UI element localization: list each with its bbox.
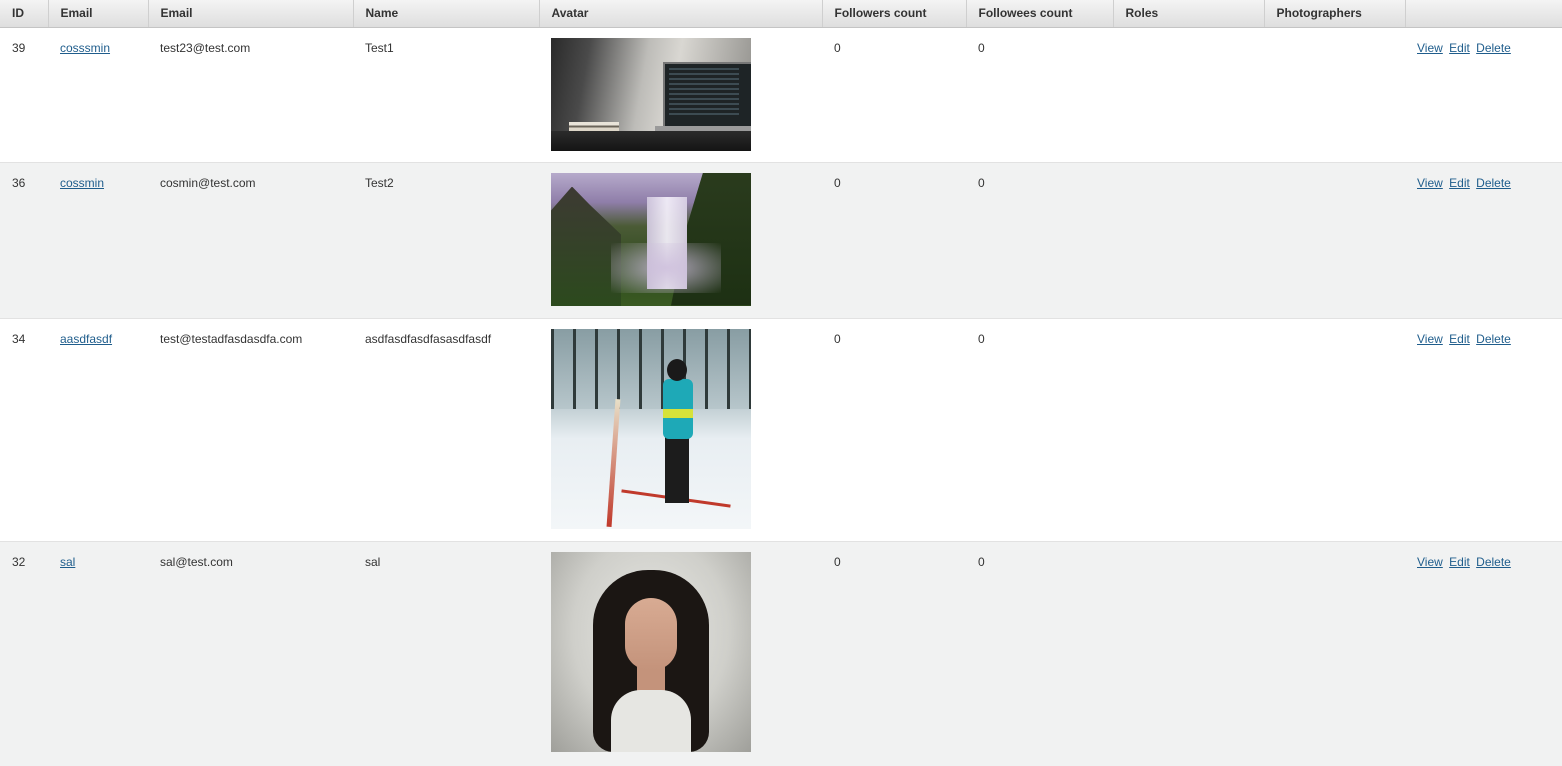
username-link[interactable]: sal bbox=[60, 555, 75, 569]
view-link[interactable]: View bbox=[1417, 332, 1443, 346]
skier-helmet bbox=[667, 358, 687, 381]
column-header-followers-count[interactable]: Followers count bbox=[822, 0, 967, 28]
column-header-name[interactable]: Name bbox=[353, 0, 540, 28]
view-link[interactable]: View bbox=[1417, 41, 1443, 55]
delete-link[interactable]: Delete bbox=[1476, 41, 1511, 55]
cell-name: sal bbox=[353, 541, 539, 766]
column-header-avatar[interactable]: Avatar bbox=[539, 0, 823, 28]
cell-followees-count: 0 bbox=[966, 27, 1113, 163]
cell-name: asdfasdfasdfasasdfasdf bbox=[353, 318, 539, 542]
delete-link[interactable]: Delete bbox=[1476, 555, 1511, 569]
skier-avatar-image bbox=[551, 328, 751, 529]
cell-roles bbox=[1113, 541, 1264, 766]
column-header-photographers[interactable]: Photographers bbox=[1264, 0, 1406, 28]
cell-followees-count: 0 bbox=[966, 318, 1113, 542]
table-row: 39 cosssmin test23@test.com Test1 0 0 Vi… bbox=[0, 27, 1562, 163]
users-table: ID Email Email Name Avatar Followers cou… bbox=[0, 0, 1562, 766]
cell-actions: View Edit Delete bbox=[1405, 162, 1562, 319]
cell-id: 32 bbox=[0, 541, 48, 766]
column-header-followees-count[interactable]: Followees count bbox=[966, 0, 1114, 28]
face bbox=[625, 597, 677, 670]
cell-actions: View Edit Delete bbox=[1405, 541, 1562, 766]
column-header-username[interactable]: Email bbox=[48, 0, 149, 28]
cell-followers-count: 0 bbox=[822, 162, 966, 319]
skier-jacket bbox=[663, 378, 693, 439]
skier-legs bbox=[665, 436, 689, 503]
cell-username: aasdfasdf bbox=[48, 318, 148, 542]
table-row: 32 sal sal@test.com sal 0 0 View Edit De… bbox=[0, 541, 1562, 766]
cell-photographers bbox=[1264, 162, 1405, 319]
cell-followers-count: 0 bbox=[822, 541, 966, 766]
view-link[interactable]: View bbox=[1417, 176, 1443, 190]
cell-username: cosssmin bbox=[48, 27, 148, 163]
edit-link[interactable]: Edit bbox=[1449, 555, 1470, 569]
column-header-roles[interactable]: Roles bbox=[1113, 0, 1265, 28]
edit-link[interactable]: Edit bbox=[1449, 176, 1470, 190]
cell-followees-count: 0 bbox=[966, 162, 1113, 319]
cell-actions: View Edit Delete bbox=[1405, 318, 1562, 542]
portrait-avatar-image bbox=[551, 551, 751, 752]
cell-email: sal@test.com bbox=[148, 541, 353, 766]
code-lines bbox=[669, 67, 739, 118]
table-row: 36 cossmin cosmin@test.com Test2 0 0 Vie… bbox=[0, 162, 1562, 319]
view-link[interactable]: View bbox=[1417, 555, 1443, 569]
delete-link[interactable]: Delete bbox=[1476, 176, 1511, 190]
snowy-trees bbox=[551, 328, 751, 409]
edit-link[interactable]: Edit bbox=[1449, 41, 1470, 55]
cell-photographers bbox=[1264, 318, 1405, 542]
cell-actions: View Edit Delete bbox=[1405, 27, 1562, 163]
standing-ski bbox=[606, 398, 621, 527]
cell-roles bbox=[1113, 162, 1264, 319]
cell-photographers bbox=[1264, 27, 1405, 163]
cell-roles bbox=[1113, 318, 1264, 542]
cell-avatar bbox=[539, 27, 822, 163]
cell-avatar bbox=[539, 162, 822, 319]
cell-avatar bbox=[539, 318, 822, 542]
cell-name: Test2 bbox=[353, 162, 539, 319]
cell-id: 39 bbox=[0, 27, 48, 163]
column-header-email[interactable]: Email bbox=[148, 0, 354, 28]
cell-roles bbox=[1113, 27, 1264, 163]
cell-username: cossmin bbox=[48, 162, 148, 319]
shirt bbox=[611, 689, 691, 752]
username-link[interactable]: cosssmin bbox=[60, 41, 110, 55]
edit-link[interactable]: Edit bbox=[1449, 332, 1470, 346]
delete-link[interactable]: Delete bbox=[1476, 332, 1511, 346]
desk bbox=[551, 130, 751, 151]
column-header-id[interactable]: ID bbox=[0, 0, 49, 28]
cell-email: cosmin@test.com bbox=[148, 162, 353, 319]
table-row: 34 aasdfasdf test@testadfasdasdfa.com as… bbox=[0, 318, 1562, 542]
cell-photographers bbox=[1264, 541, 1405, 766]
laptop-desk-avatar-image bbox=[551, 37, 751, 151]
cell-email: test@testadfasdasdfa.com bbox=[148, 318, 353, 542]
table-header: ID Email Email Name Avatar Followers cou… bbox=[0, 0, 1562, 28]
cell-followers-count: 0 bbox=[822, 27, 966, 163]
username-link[interactable]: cossmin bbox=[60, 176, 104, 190]
cell-email: test23@test.com bbox=[148, 27, 353, 163]
cell-username: sal bbox=[48, 541, 148, 766]
cell-name: Test1 bbox=[353, 27, 539, 163]
cell-avatar bbox=[539, 541, 822, 766]
username-link[interactable]: aasdfasdf bbox=[60, 332, 112, 346]
waterfall-avatar-image bbox=[551, 172, 751, 306]
mist bbox=[611, 242, 721, 293]
cell-followees-count: 0 bbox=[966, 541, 1113, 766]
cell-id: 36 bbox=[0, 162, 48, 319]
cell-followers-count: 0 bbox=[822, 318, 966, 542]
cell-id: 34 bbox=[0, 318, 48, 542]
column-header-actions bbox=[1405, 0, 1562, 28]
